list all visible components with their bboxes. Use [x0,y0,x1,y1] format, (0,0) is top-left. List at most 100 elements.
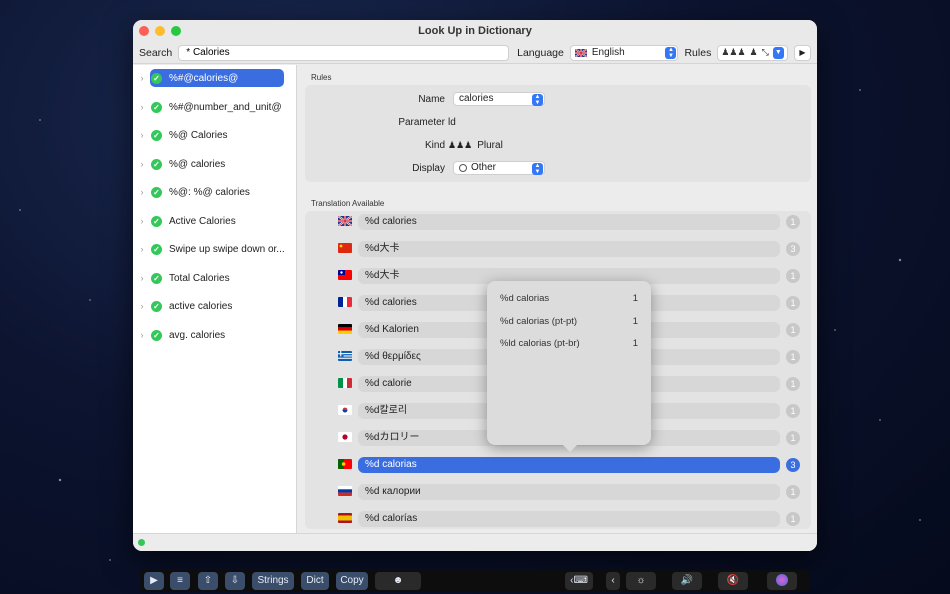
circle-icon [459,164,467,172]
count-badge: 3 [786,242,800,256]
translation-row[interactable]: %d calorias 3 [305,456,811,474]
translation-row[interactable]: %d calorías 1 [305,510,811,528]
translation-row[interactable]: %d大卡 3 [305,240,811,258]
sidebar-item[interactable]: › ✓ %#@calories@ [137,69,287,87]
flag-pt-icon [338,459,352,469]
count-badge: 1 [786,296,800,310]
popover-row-count: 1 [632,316,638,327]
disclosure-chevron-icon[interactable]: › [137,216,147,226]
name-value: calories [459,93,494,104]
checkmark-icon: ✓ [151,101,162,113]
disclosure-chevron-icon[interactable]: › [137,73,147,83]
flag-gr-icon [338,351,352,361]
checkmark-icon: ✓ [151,158,162,170]
flag-ru-icon [338,486,352,496]
flag-fr-icon [338,297,352,307]
checkmark-icon: ✓ [151,300,162,312]
disclosure-chevron-icon[interactable]: › [137,102,147,112]
status-indicator-icon [138,539,145,546]
display-select[interactable]: Other ▲ ▼ [453,161,545,175]
checkmark-icon: ✓ [151,272,162,284]
disclosure-chevron-icon[interactable]: › [137,159,147,169]
sidebar-item[interactable]: › ✓ %@: %@ calories [137,183,287,201]
touchbar-play-button[interactable]: ▶ [144,572,164,590]
sidebar-item[interactable]: › ✓ active calories [137,297,287,315]
chevron-updown-icon: ▲ ▼ [665,46,677,59]
minimize-window-button[interactable] [155,26,165,36]
search-input[interactable] [178,44,510,61]
sidebar-item[interactable]: › ✓ Swipe up swipe down or... [137,240,287,258]
siri-button[interactable] [767,572,797,590]
popover-row-text: %d calorias [500,293,550,304]
expand-arrows-icon[interactable]: ⤡ [762,47,769,58]
flag-gb-icon [338,216,352,226]
flag-cn-icon [338,243,352,253]
person-icon[interactable]: ♟ [750,47,758,58]
disclosure-chevron-icon[interactable]: › [137,187,147,197]
kind-label: Kind [424,140,445,151]
popover-row[interactable]: %d calorias 1 [500,293,638,304]
zoom-window-button[interactable] [171,26,181,36]
flag-es-icon [338,513,352,523]
display-label: Display [412,163,445,174]
volume-button[interactable]: 🔊 [672,572,702,590]
popover-row[interactable]: %d calorias (pt-pt) 1 [500,316,638,327]
chevron-down-icon[interactable]: ▼ [772,46,784,59]
translation-text: %d calorías [358,511,780,527]
sidebar-item[interactable]: › ✓ %#@number_and_unit@ [137,98,287,116]
popover-row-count: 1 [632,293,638,304]
translations-section-title: Translation Available [311,199,385,208]
window-title: Look Up in Dictionary [418,25,532,37]
sidebar-item[interactable]: › ✓ Total Calories [137,269,287,287]
close-window-button[interactable] [139,26,149,36]
sidebar-item[interactable]: › ✓ %@ Calories [137,126,287,144]
count-badge: 1 [786,431,800,445]
strings-button[interactable]: Strings [252,572,294,590]
language-select[interactable]: English ▲ ▼ [569,44,679,61]
sidebar-item-label: %@ Calories [169,129,228,141]
touchbar-emoji-button[interactable]: ☻ [375,572,421,590]
translation-row[interactable]: %d calories 1 [305,213,811,231]
touchbar-list-button[interactable]: ≡ [170,572,190,590]
checkmark-icon: ✓ [151,129,162,141]
app-window: Look Up in Dictionary Search Language En… [133,20,817,551]
translation-row[interactable]: %d калории 1 [305,483,811,501]
parameter-value: ld [448,117,456,128]
checkmark-icon: ✓ [151,186,162,198]
kind-value-group: ♟♟♟ Plural [448,140,503,151]
rules-label: Rules [684,46,712,59]
download-icon: ⇩ [230,575,240,586]
name-select[interactable]: calories ▲ ▼ [453,92,545,106]
touchbar-upload-button[interactable]: ⇧ [198,572,218,590]
mute-button[interactable]: 🔇 [718,572,748,590]
language-value: English [591,47,625,58]
touchbar-keyboard-button[interactable]: ‹⌨ [565,572,593,590]
popover-row-text: %d calorias (pt-pt) [500,316,578,327]
disclosure-chevron-icon[interactable]: › [137,273,147,283]
sidebar-item-label: Swipe up swipe down or... [169,243,285,255]
sidebar-item[interactable]: › ✓ %@ calories [137,155,287,173]
translation-text: %d calories [358,214,780,230]
sidebar-item[interactable]: › ✓ Active Calories [137,212,287,230]
checkmark-icon: ✓ [151,72,162,84]
touchbar-download-button[interactable]: ⇩ [225,572,245,590]
flag-kr-icon [338,405,352,415]
popover-row-text: %ld calorias (pt-br) [500,338,580,349]
count-badge: 1 [786,377,800,391]
copy-button[interactable]: Copy [336,572,368,590]
touchbar-collapse-button[interactable]: ‹ [606,572,620,590]
sidebar-item-label: avg. calories [169,329,226,341]
variants-popover: %d calorias 1 %d calorias (pt-pt) 1 %ld … [487,281,651,452]
dict-button[interactable]: Dict [301,572,329,590]
people-group-icon[interactable]: ♟♟♟ [721,47,745,58]
brightness-icon: ☼ [636,575,646,586]
play-button[interactable]: ▶ [793,44,811,61]
sidebar-item[interactable]: › ✓ avg. calories [137,326,287,344]
chevron-left-icon: ‹ [611,575,615,586]
disclosure-chevron-icon[interactable]: › [137,130,147,140]
disclosure-chevron-icon[interactable]: › [137,301,147,311]
brightness-button[interactable]: ☼ [626,572,656,590]
disclosure-chevron-icon[interactable]: › [137,330,147,340]
popover-row[interactable]: %ld calorias (pt-br) 1 [500,338,638,349]
disclosure-chevron-icon[interactable]: › [137,244,147,254]
